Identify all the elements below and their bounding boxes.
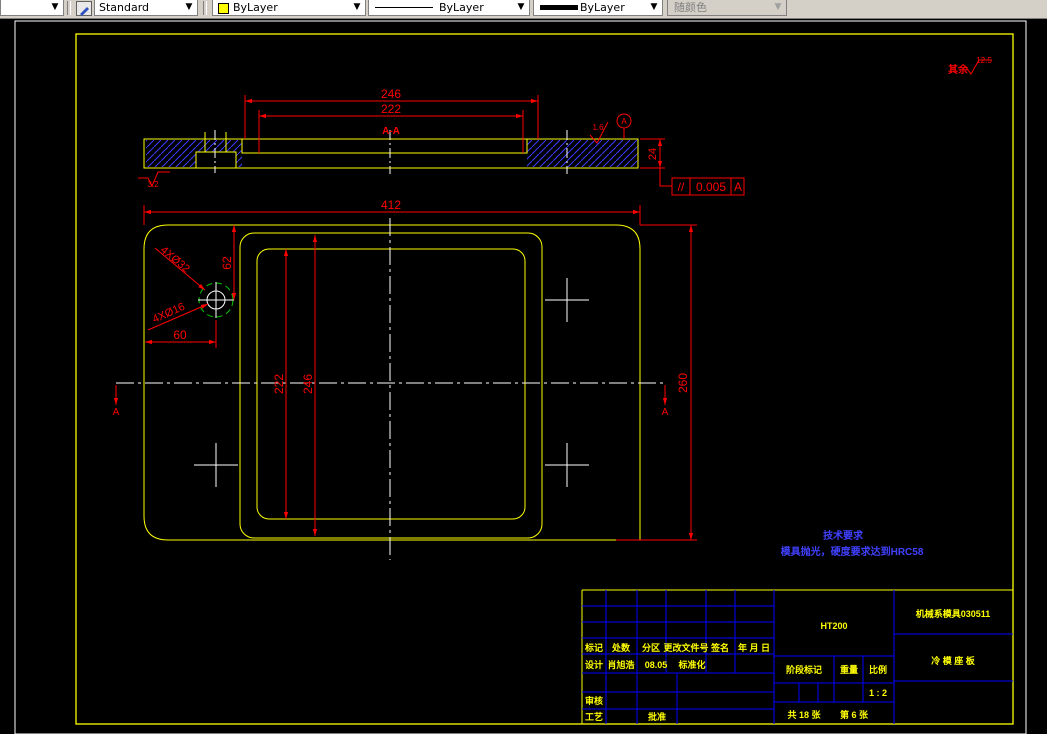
chevron-down-icon: ▼ [650,2,658,12]
linetype-value: ByLayer [439,1,484,14]
chevron-down-icon: ▼ [185,2,193,12]
toolbar-separator [203,1,207,15]
dim-246-vertical: 246 [301,374,315,394]
plan-dimensions [113,205,697,541]
datum-circle-letter: A [621,117,627,126]
drawing-canvas[interactable]: 246 222 A-A 24 // 0.005 A 3.2 1.6 A 其余 1… [0,18,1047,734]
hole-crosshair [198,282,234,318]
scale-value: 1 : 2 [869,688,887,698]
plot-style-dropdown[interactable]: 随颜色 ▼ [667,0,787,16]
part-name: 冷 模 座 板 [931,655,976,666]
hole-crosshair [194,443,238,487]
note-4x16: 4XØ16 [151,301,187,326]
row-design-date: 08.05 [645,660,668,670]
sheet-number: 第 6 张 [840,709,869,720]
roughness-corner-label: 其余 [948,63,969,76]
dim-62: 62 [220,256,234,270]
roughness-right-value: 1.6 [592,123,604,132]
dim-412: 412 [381,198,401,212]
properties-toolbar: ▼ Standard ▼ ByLayer ▼ ByLayer ▼ ByLayer… [0,0,1047,19]
pocket-inner [256,248,526,520]
dim-222-vertical: 222 [272,374,286,394]
header-chushu: 处数 [611,642,631,653]
dim-60: 60 [173,328,187,342]
section-counterbore [195,151,237,169]
dim-246-top: 246 [381,87,401,101]
section-label: A-A [382,126,400,137]
section-pocket [241,139,528,154]
tech-req-title: 技术要求 [823,529,864,542]
material-value: HT200 [820,621,847,631]
linetype-preview-icon [375,7,433,8]
header-biaoji: 标记 [584,642,603,653]
chevron-down-icon: ▼ [51,2,59,12]
section-letter-left: A [113,407,120,418]
scale-label: 比例 [869,664,887,675]
hole-crosshair [545,278,589,322]
plot-style-value: 随颜色 [674,1,707,14]
color-swatch-icon [218,3,229,14]
dim-260: 260 [676,373,690,393]
text-style-icon[interactable] [76,1,92,16]
dim-222-top: 222 [381,102,401,116]
roughness-left-value: 3.2 [147,180,159,189]
dim-24: 24 [647,148,659,160]
datum-letter: A [734,180,742,194]
text-style-value: Standard [99,1,150,14]
linetype-dropdown[interactable]: ByLayer ▼ [368,0,530,16]
drawing-border [75,33,1014,725]
chevron-down-icon: ▼ [774,2,782,12]
title-middle-grid [773,590,895,724]
roughness-symbols [138,59,992,188]
row-pizhun: 批准 [648,711,666,722]
plan-view [116,218,665,560]
hole-crosshair [545,443,589,487]
section-letter-right: A [662,407,669,418]
row-gongyi: 工艺 [585,711,603,722]
toolbar-separator [67,1,71,15]
sheet-total: 共 18 张 [787,709,821,720]
title-block-text: HT200 机械系模具030511 冷 模 座 板 标记 处数 分区 更改文件号… [584,608,990,722]
text-style-glyph [80,7,89,16]
tolerance-leader [659,168,672,187]
row-shenhe: 审核 [585,695,603,706]
header-fenqu: 分区 [642,642,660,653]
text-style-dropdown[interactable]: Standard ▼ [94,0,198,16]
parallelism-symbol: // [678,180,685,194]
note-4x32: 4XØ32 [158,244,192,275]
lineweight-preview-icon [540,5,578,10]
lineweight-dropdown[interactable]: ByLayer ▼ [533,0,663,16]
weight-label: 重量 [840,664,858,675]
outer-frame [14,20,1027,734]
company-name: 机械系模具030511 [916,608,991,619]
section-hatch-right [527,140,638,167]
dimstyle-dropdown[interactable]: ▼ [0,0,64,16]
chevron-down-icon: ▼ [353,2,361,12]
roughness-corner-value: 12.5 [976,56,992,65]
title-grid-rows [582,605,774,710]
tech-req-line1: 模具抛光，硬度要求达到HRC58 [781,545,924,558]
chevron-down-icon: ▼ [517,2,525,12]
header-gengai: 更改文件号 [663,642,708,653]
row-designer-name: 肖旭浩 [607,659,634,670]
tolerance-frame: // 0.005 A [671,177,745,196]
tolerance-value: 0.005 [696,180,726,194]
color-value: ByLayer [233,1,278,14]
row-biaozhun: 标准化 [677,659,705,670]
title-grid-cols [605,590,736,724]
header-qianming: 签名 [710,642,729,653]
header-riqi: 年 月 日 [738,642,770,653]
stage-mark-label: 阶段标记 [786,664,822,675]
row-sheji: 设计 [585,659,603,670]
color-dropdown[interactable]: ByLayer ▼ [212,0,366,16]
lineweight-value: ByLayer [580,1,625,14]
